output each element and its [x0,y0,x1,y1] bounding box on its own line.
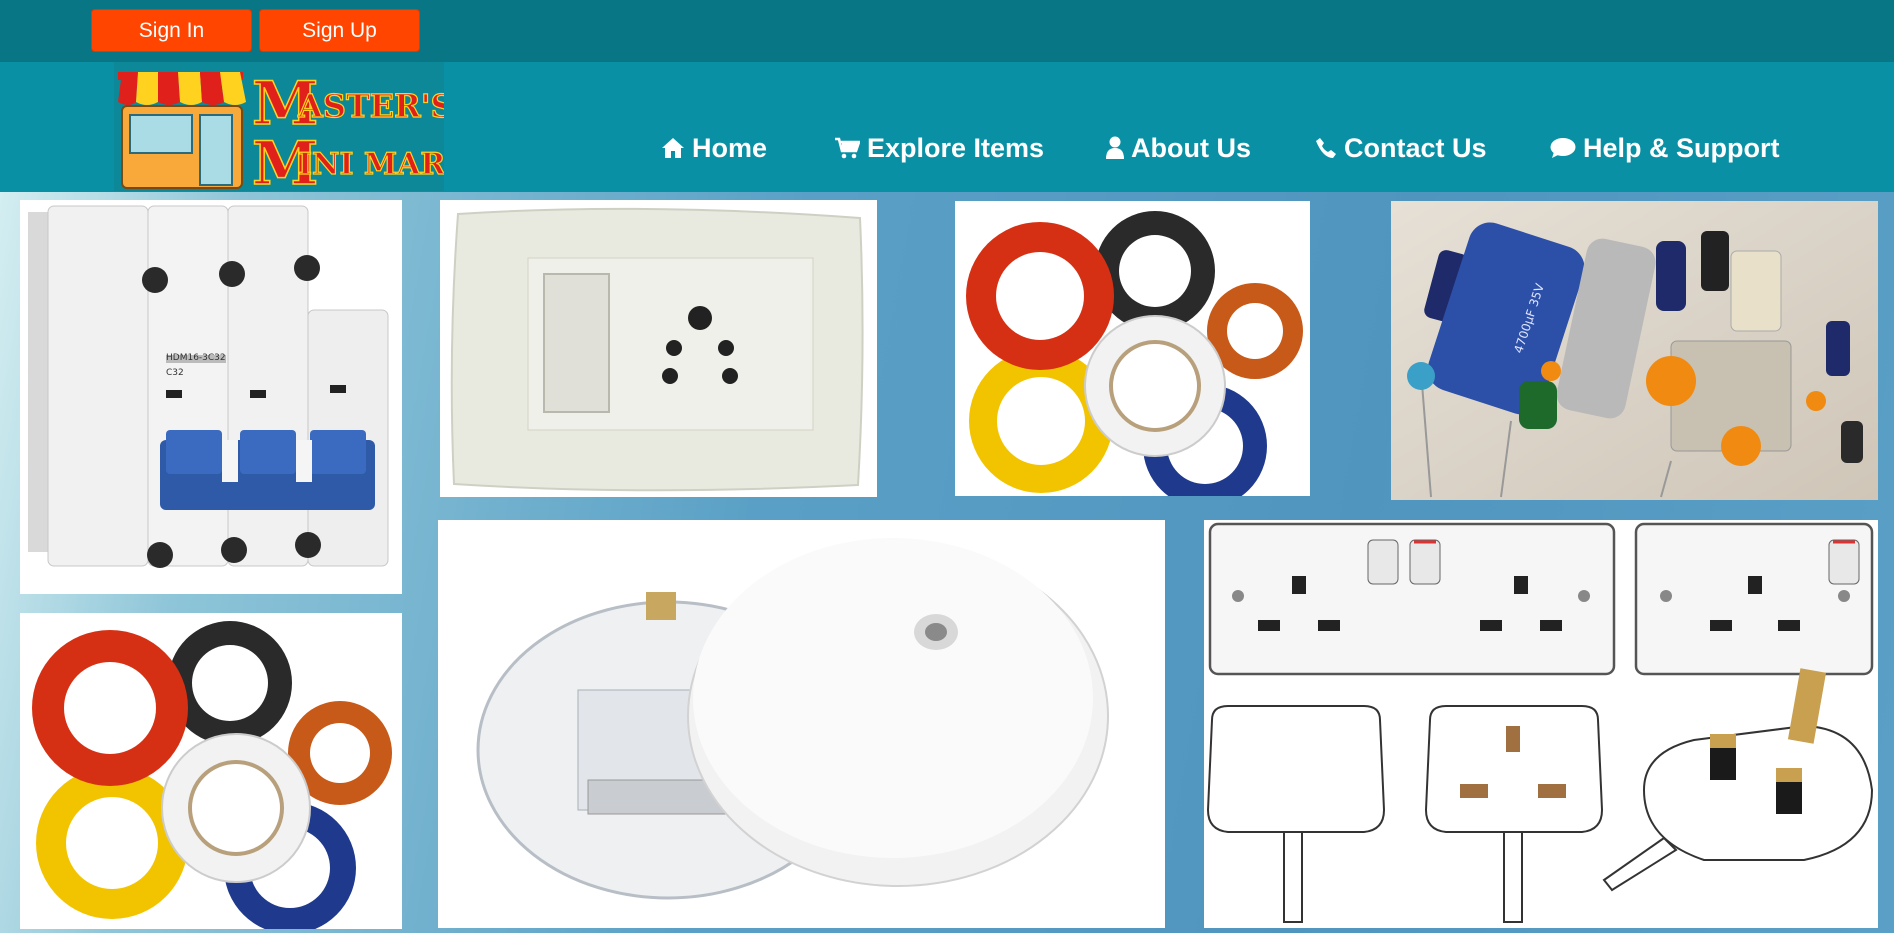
insulation-tape-image [955,201,1310,496]
chat-icon [1550,138,1576,158]
circuit-breaker-image: HDM16-3C32 C32 [20,200,402,594]
brand-logo[interactable]: M ASTER'S M INI MART [114,62,468,200]
nav-item-contact-us[interactable]: Contact Us [1315,128,1487,168]
phone-icon [1316,138,1336,158]
shop-logo-icon: M ASTER'S M INI MART [118,68,468,200]
breaker-rating-label: C32 [166,368,184,378]
capacitors-image: 4700µF 35V [1391,201,1878,500]
sign-in-button[interactable]: Sign In [91,9,252,52]
sign-up-button[interactable]: Sign Up [259,9,420,52]
breaker-model-label: HDM16-3C32 [166,353,226,363]
nav-item-explore-items[interactable]: Explore Items [834,128,1044,168]
cart-icon [835,137,860,159]
nav-item-about-us[interactable]: About Us [1106,128,1251,168]
nav-item-label: Contact Us [1344,132,1487,163]
nav-item-label: Home [692,132,768,163]
nav-item-help-support[interactable]: Help & Support [1550,128,1780,168]
nav-item-home[interactable]: Home [661,128,767,168]
home-icon [662,138,684,158]
ceiling-rose-image [438,520,1165,928]
uk-socket-plug-image [1204,520,1878,928]
insulation-tape-image-2 [20,613,402,929]
logo-word-2: INI MART [298,147,444,182]
nav-item-label: Help & Support [1583,132,1780,163]
top-bar: Sign In Sign Up [0,0,1894,62]
user-icon [1106,136,1124,159]
switch-socket-image [440,200,877,497]
nav-item-label: Explore Items [867,132,1045,163]
nav-item-label: About Us [1131,132,1251,163]
logo-word-1: ASTER'S [297,87,444,125]
